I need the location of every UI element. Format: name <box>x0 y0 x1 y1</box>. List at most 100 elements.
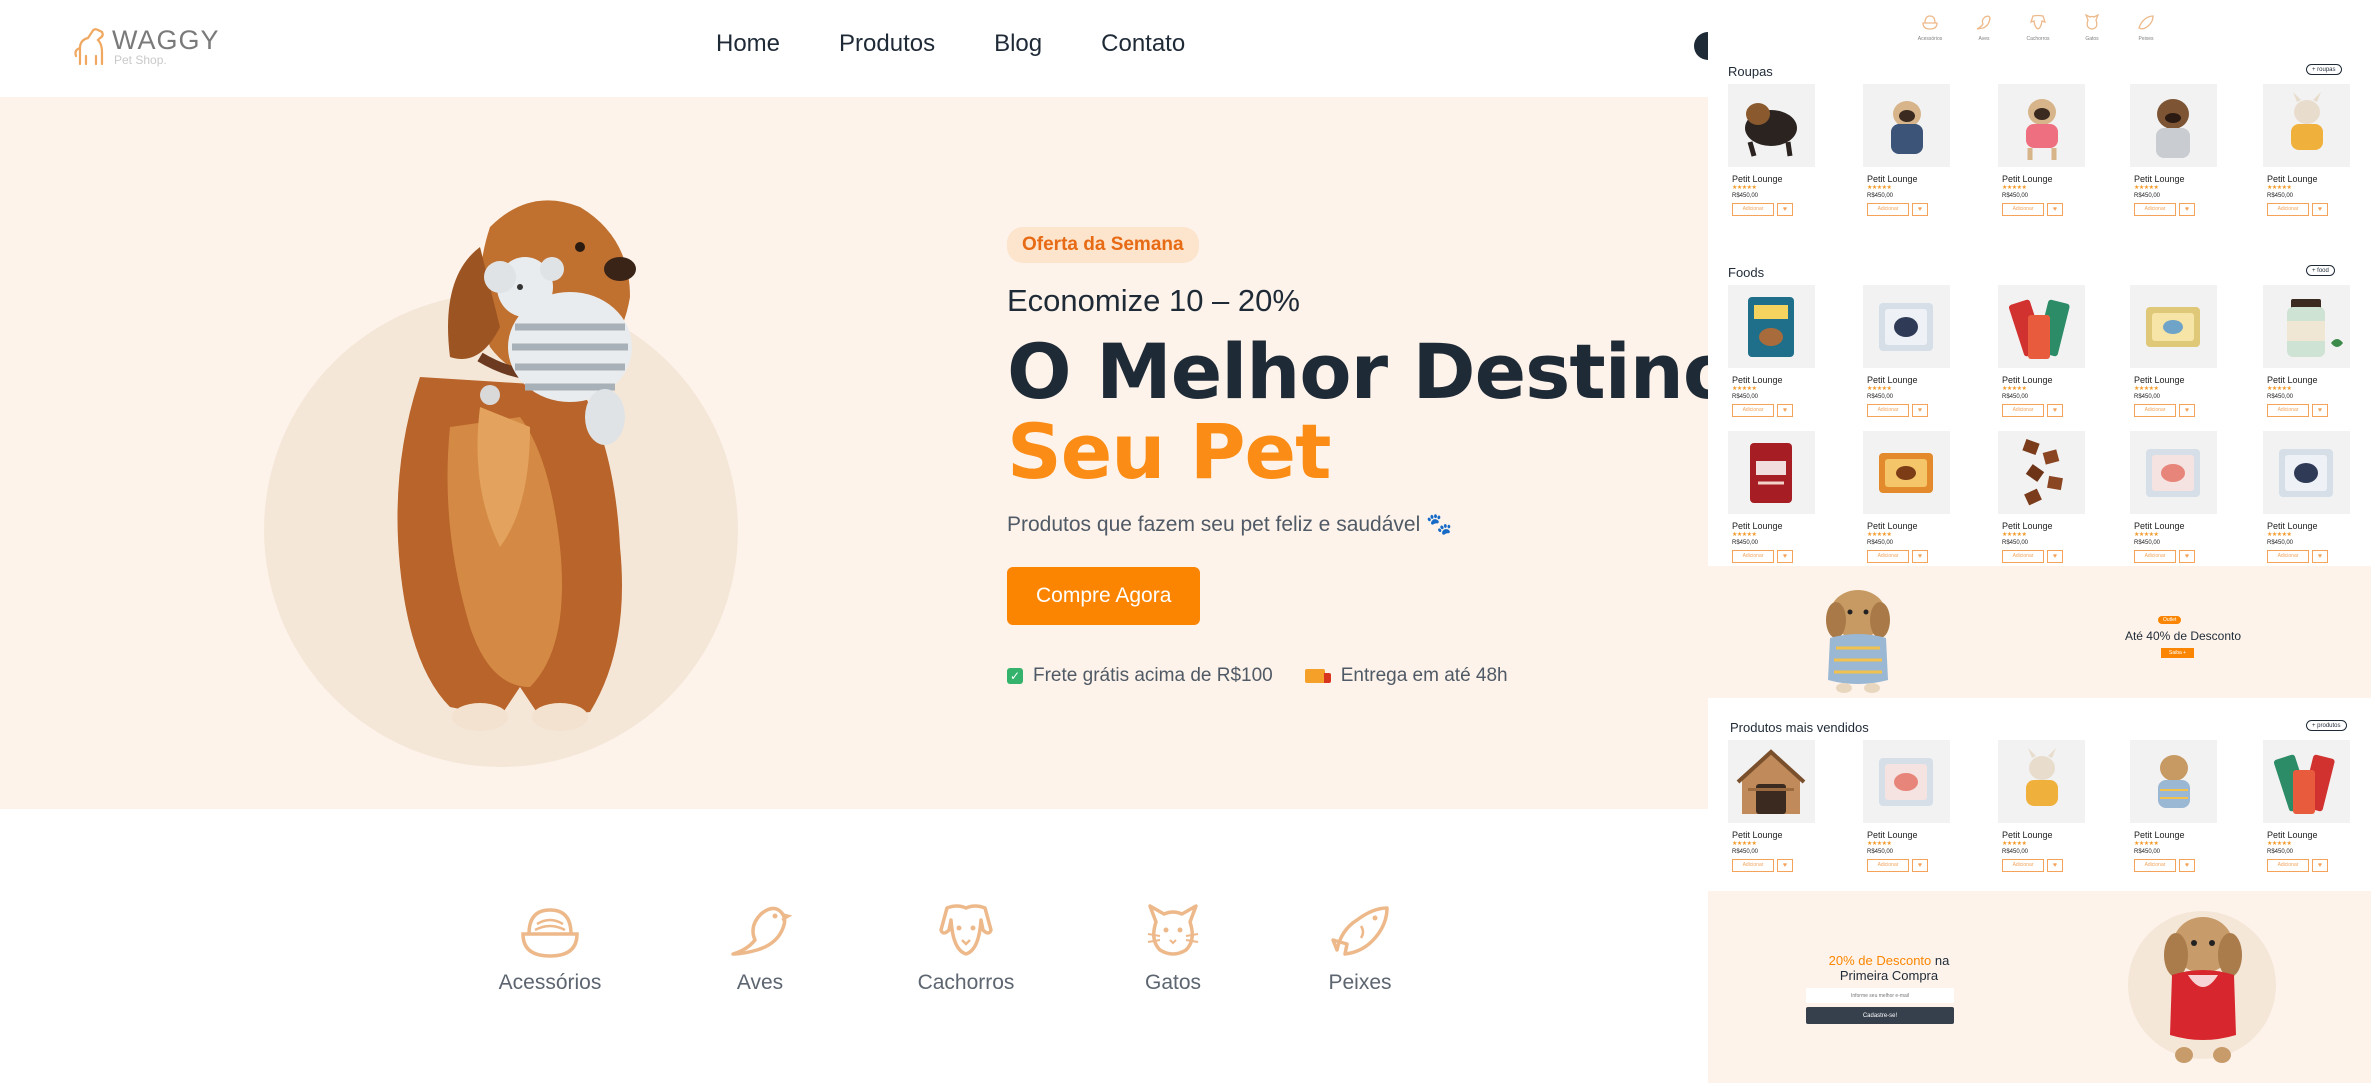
product-image[interactable] <box>2263 84 2350 167</box>
product-image[interactable] <box>1863 431 1950 514</box>
product-image[interactable] <box>1728 740 1815 823</box>
favorite-button[interactable]: ♥ <box>2047 550 2063 563</box>
add-to-cart-button[interactable]: Adicionar <box>2002 859 2044 872</box>
email-input[interactable] <box>1806 988 1954 1003</box>
add-to-cart-button[interactable]: Adicionar <box>1732 859 1774 872</box>
product-card[interactable]: Petit Lounge ★★★★★ R$450,00 Adicionar ♥ <box>2130 740 2220 878</box>
add-to-cart-button[interactable]: Adicionar <box>2002 404 2044 417</box>
favorite-button[interactable]: ♥ <box>2047 203 2063 216</box>
product-card[interactable]: Petit Lounge ★★★★★ R$450,00 Adicionar ♥ <box>2263 285 2353 423</box>
favorite-button[interactable]: ♥ <box>1777 404 1793 417</box>
nav-produtos[interactable]: Produtos <box>839 30 935 58</box>
favorite-button[interactable]: ♥ <box>2312 550 2328 563</box>
add-to-cart-button[interactable]: Adicionar <box>1867 404 1909 417</box>
product-card[interactable]: Petit Lounge ★★★★★ R$450,00 Adicionar ♥ <box>1998 84 2088 222</box>
more-food-button[interactable]: + food <box>2306 265 2335 276</box>
add-to-cart-button[interactable]: Adicionar <box>2134 550 2176 563</box>
product-image[interactable] <box>2263 431 2350 514</box>
product-image[interactable] <box>1728 431 1815 514</box>
add-to-cart-button[interactable]: Adicionar <box>1732 404 1774 417</box>
product-image[interactable] <box>1863 285 1950 368</box>
product-card[interactable]: Petit Lounge ★★★★★ R$450,00 Adicionar ♥ <box>1863 84 1953 222</box>
add-to-cart-button[interactable]: Adicionar <box>1867 550 1909 563</box>
category-aves[interactable]: Aves <box>690 900 830 995</box>
product-image[interactable] <box>2130 285 2217 368</box>
favorite-button[interactable]: ♥ <box>1777 859 1793 872</box>
product-image[interactable] <box>2130 431 2217 514</box>
favorite-button[interactable]: ♥ <box>2312 859 2328 872</box>
preview-category-peixes[interactable]: Peixes <box>2126 14 2166 42</box>
product-card[interactable]: Petit Lounge ★★★★★ R$450,00 Adicionar ♥ <box>2263 431 2353 569</box>
favorite-button[interactable]: ♥ <box>2179 404 2195 417</box>
buy-now-button[interactable]: Compre Agora <box>1007 567 1201 625</box>
product-image[interactable] <box>1863 740 1950 823</box>
more-products-button[interactable]: + produtos <box>2306 720 2347 731</box>
product-card[interactable]: Petit Lounge ★★★★★ R$450,00 Adicionar ♥ <box>1998 740 2088 878</box>
product-card[interactable]: Petit Lounge ★★★★★ R$450,00 Adicionar ♥ <box>2130 431 2220 569</box>
product-image[interactable] <box>1728 285 1815 368</box>
add-to-cart-button[interactable]: Adicionar <box>1867 203 1909 216</box>
product-card[interactable]: Petit Lounge ★★★★★ R$450,00 Adicionar ♥ <box>1863 431 1953 569</box>
product-image[interactable] <box>1998 740 2085 823</box>
favorite-button[interactable]: ♥ <box>1912 859 1928 872</box>
outlet-button[interactable]: Saiba + <box>2161 648 2195 658</box>
add-to-cart-button[interactable]: Adicionar <box>2134 859 2176 872</box>
category-peixes[interactable]: Peixes <box>1290 900 1430 995</box>
product-image[interactable] <box>1998 285 2085 368</box>
product-card[interactable]: Petit Lounge ★★★★★ R$450,00 Adicionar ♥ <box>1998 285 2088 423</box>
favorite-button[interactable]: ♥ <box>1912 404 1928 417</box>
favorite-button[interactable]: ♥ <box>1777 203 1793 216</box>
product-card[interactable]: Petit Lounge ★★★★★ R$450,00 Adicionar ♥ <box>2263 740 2353 878</box>
favorite-button[interactable]: ♥ <box>2312 404 2328 417</box>
add-to-cart-button[interactable]: Adicionar <box>2134 404 2176 417</box>
favorite-button[interactable]: ♥ <box>2047 859 2063 872</box>
favorite-button[interactable]: ♥ <box>2179 859 2195 872</box>
add-to-cart-button[interactable]: Adicionar <box>2267 203 2309 216</box>
add-to-cart-button[interactable]: Adicionar <box>2134 203 2176 216</box>
category-cachorros[interactable]: Cachorros <box>896 900 1036 995</box>
more-clothes-button[interactable]: + roupas <box>2306 64 2342 75</box>
favorite-button[interactable]: ♥ <box>2047 404 2063 417</box>
add-to-cart-button[interactable]: Adicionar <box>1867 859 1909 872</box>
category-acessorios[interactable]: Acessórios <box>480 900 620 995</box>
product-image[interactable] <box>2263 285 2350 368</box>
preview-category-gatos[interactable]: Gatos <box>2072 13 2112 42</box>
add-to-cart-button[interactable]: Adicionar <box>2002 203 2044 216</box>
add-to-cart-button[interactable]: Adicionar <box>2267 859 2309 872</box>
add-to-cart-button[interactable]: Adicionar <box>2267 550 2309 563</box>
product-image[interactable] <box>2263 740 2350 823</box>
favorite-button[interactable]: ♥ <box>2179 550 2195 563</box>
product-image[interactable] <box>1863 84 1950 167</box>
product-card[interactable]: Petit Lounge ★★★★★ R$450,00 Adicionar ♥ <box>2130 84 2220 222</box>
category-gatos[interactable]: Gatos <box>1103 900 1243 995</box>
product-image[interactable] <box>1998 84 2085 167</box>
product-card[interactable]: Petit Lounge ★★★★★ R$450,00 Adicionar ♥ <box>1728 285 1818 423</box>
add-to-cart-button[interactable]: Adicionar <box>2267 404 2309 417</box>
product-image[interactable] <box>1728 84 1815 167</box>
logo[interactable]: WAGGY Pet Shop. <box>72 26 222 70</box>
add-to-cart-button[interactable]: Adicionar <box>1732 203 1774 216</box>
preview-category-cachorros[interactable]: Cachorros <box>2018 14 2058 42</box>
add-to-cart-button[interactable]: Adicionar <box>2002 550 2044 563</box>
preview-category-acessorios[interactable]: Acessórios <box>1910 14 1950 42</box>
product-card[interactable]: Petit Lounge ★★★★★ R$450,00 Adicionar ♥ <box>1863 285 1953 423</box>
product-card[interactable]: Petit Lounge ★★★★★ R$450,00 Adicionar ♥ <box>1728 84 1818 222</box>
nav-blog[interactable]: Blog <box>994 30 1042 58</box>
preview-category-aves[interactable]: Aves <box>1964 14 2004 42</box>
favorite-button[interactable]: ♥ <box>2179 203 2195 216</box>
product-card[interactable]: Petit Lounge ★★★★★ R$450,00 Adicionar ♥ <box>1728 431 1818 569</box>
favorite-button[interactable]: ♥ <box>1912 203 1928 216</box>
product-image[interactable] <box>2130 84 2217 167</box>
user-icon[interactable] <box>1694 32 1708 60</box>
product-card[interactable]: Petit Lounge ★★★★★ R$450,00 Adicionar ♥ <box>2130 285 2220 423</box>
signup-button[interactable]: Cadastre-se! <box>1806 1007 1954 1024</box>
product-card[interactable]: Petit Lounge ★★★★★ R$450,00 Adicionar ♥ <box>1728 740 1818 878</box>
favorite-button[interactable]: ♥ <box>1777 550 1793 563</box>
nav-home[interactable]: Home <box>716 30 780 58</box>
nav-contato[interactable]: Contato <box>1101 30 1185 58</box>
product-card[interactable]: Petit Lounge ★★★★★ R$450,00 Adicionar ♥ <box>1998 431 2088 569</box>
favorite-button[interactable]: ♥ <box>2312 203 2328 216</box>
product-card[interactable]: Petit Lounge ★★★★★ R$450,00 Adicionar ♥ <box>1863 740 1953 878</box>
product-card[interactable]: Petit Lounge ★★★★★ R$450,00 Adicionar ♥ <box>2263 84 2353 222</box>
add-to-cart-button[interactable]: Adicionar <box>1732 550 1774 563</box>
